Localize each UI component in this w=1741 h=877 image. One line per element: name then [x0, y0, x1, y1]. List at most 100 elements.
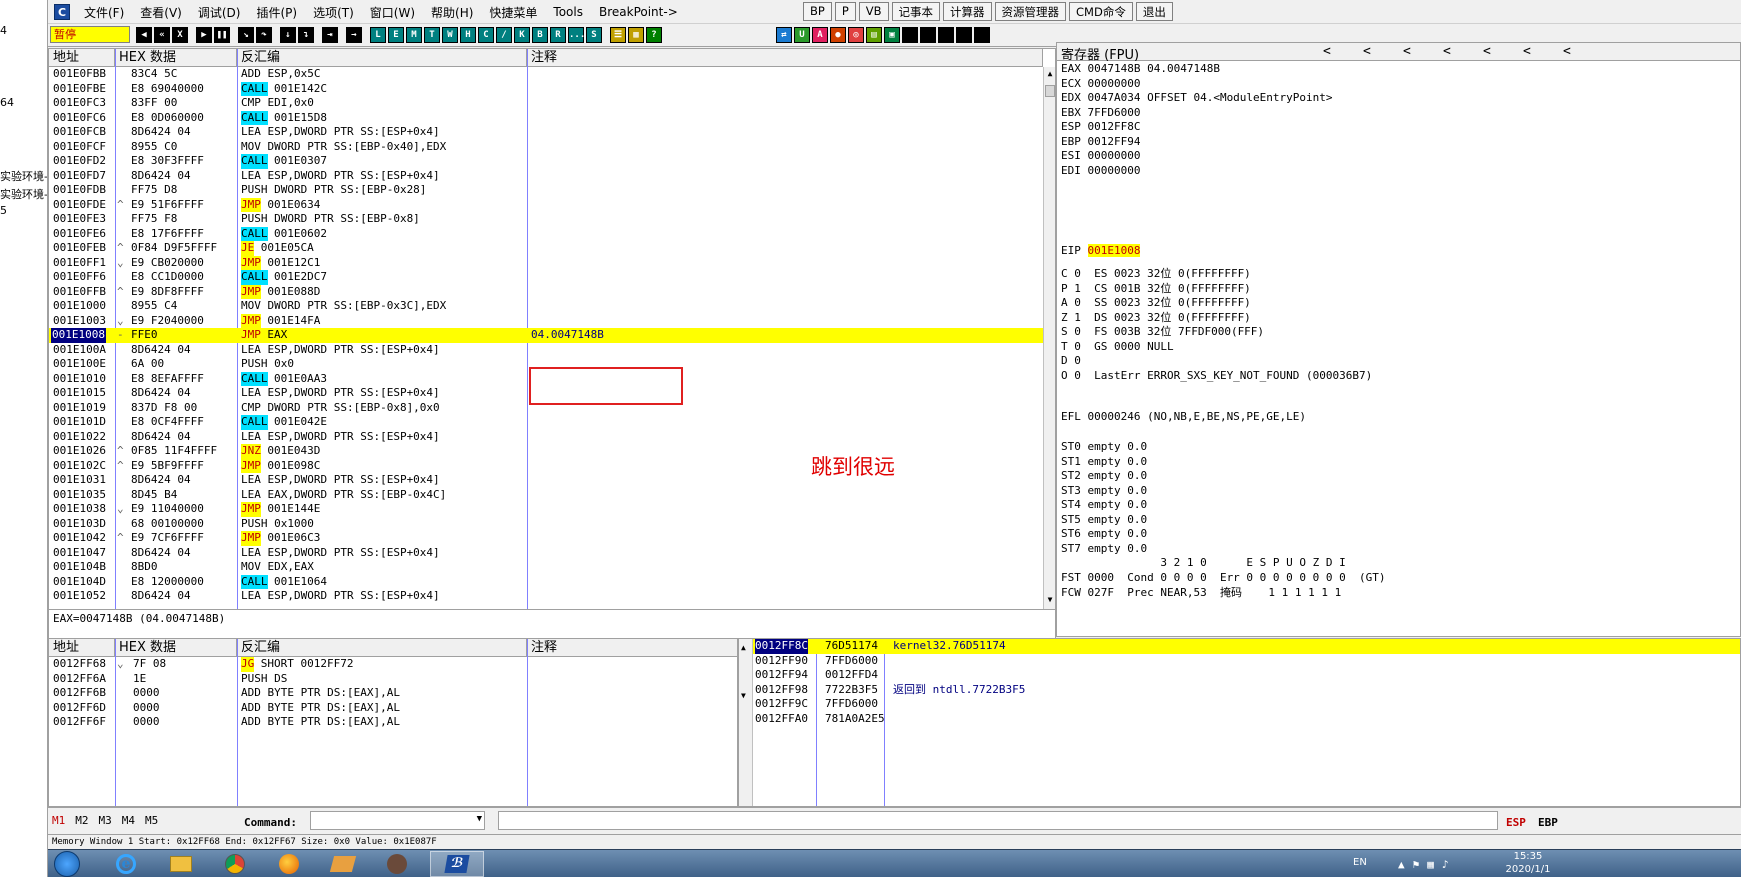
menu-options[interactable]: 选项(T): [305, 4, 362, 21]
flag-row[interactable]: T 0 GS 0000 NULL: [1061, 340, 1174, 355]
operand-cell[interactable]: 001E1064: [267, 575, 327, 590]
disasm-cell[interactable]: MOV DWORD PTR SS:[EBP-0x3C],EDX: [241, 299, 446, 314]
address-cell[interactable]: 001E0FC6: [53, 111, 106, 126]
address-cell[interactable]: 001E1015: [53, 386, 106, 401]
disasm-row[interactable]: 001E1042 ^ E9 7CF6FFFF JMP 001E06C3: [49, 531, 1043, 546]
disasm-row[interactable]: 001E100A 8D6424 04 LEA ESP,DWORD PTR SS:[E…: [49, 343, 1043, 358]
opcode-highlight[interactable]: JMP: [241, 328, 261, 343]
address-cell[interactable]: 001E0FC3: [53, 96, 106, 111]
flag-row[interactable]: S 0 FS 003B 32位 7FFDF000(FFF): [1061, 325, 1264, 340]
operand-cell[interactable]: 001E0AA3: [267, 372, 327, 387]
trace-into-icon[interactable]: ↓: [280, 27, 296, 43]
menu-debug[interactable]: 调试(D): [190, 4, 249, 21]
disasm-cell[interactable]: LEA ESP,DWORD PTR SS:[ESP+0x4]: [241, 169, 440, 184]
opcode-highlight[interactable]: JG: [241, 657, 255, 672]
fpu-row[interactable]: ST6 empty 0.0: [1061, 527, 1147, 542]
col-hex-header[interactable]: HEX 数据: [115, 49, 237, 67]
address-cell[interactable]: 001E1047: [53, 546, 106, 561]
stack-row[interactable]: 0012FF94 0012FFD4: [753, 668, 1740, 683]
address-cell[interactable]: 001E0FE3: [53, 212, 106, 227]
disasm-cell[interactable]: CMP DWORD PTR SS:[EBP-0x8],0x0: [241, 401, 440, 416]
hex-cell[interactable]: 8D6424 04: [131, 386, 191, 401]
disasm-cell[interactable]: PUSH DWORD PTR SS:[EBP-0x28]: [241, 183, 426, 198]
dump-hex[interactable]: 0000: [133, 715, 160, 730]
dump-disasm[interactable]: SHORT 0012FF72: [254, 657, 354, 672]
stack-value[interactable]: 76D51174: [825, 639, 878, 654]
opcode-highlight[interactable]: JMP: [241, 531, 261, 546]
plugin-icon-11[interactable]: [956, 27, 972, 43]
hex-cell[interactable]: E9 51F6FFFF: [131, 198, 204, 213]
stack-value[interactable]: 0012FFD4: [825, 668, 878, 683]
hex-cell[interactable]: E9 11040000: [131, 502, 204, 517]
disasm-row[interactable]: 001E0FCF 8955 C0 MOV DWORD PTR SS:[EBP-0x4…: [49, 140, 1043, 155]
disasm-cell[interactable]: LEA ESP,DWORD PTR SS:[ESP+0x4]: [241, 430, 440, 445]
disasm-row[interactable]: 001E104B 8BD0 MOV EDX,EAX: [49, 560, 1043, 575]
disasm-row[interactable]: 001E0FBE E8 69040000 CALL 001E142C: [49, 81, 1043, 96]
reg-arrow-icon[interactable]: <: [1483, 44, 1491, 59]
dump-row[interactable]: 0012FF6D 0000 ADD BYTE PTR DS:[EAX],AL: [49, 701, 737, 716]
cmd-button[interactable]: CMD命令: [1069, 2, 1133, 21]
plugin-icon-7[interactable]: ▣: [884, 27, 900, 43]
disasm-row[interactable]: 001E0FEB ^ 0F84 D9F5FFFF JE 001E05CA: [49, 241, 1043, 256]
start-icon[interactable]: [54, 851, 80, 877]
address-cell[interactable]: 001E104B: [53, 560, 106, 575]
operand-cell[interactable]: EAX: [261, 328, 287, 343]
dump-disasm[interactable]: ADD BYTE PTR DS:[EAX],AL: [241, 715, 400, 730]
plugin-icon-2[interactable]: U: [794, 27, 810, 43]
address-cell[interactable]: 001E0FDE: [53, 198, 106, 213]
operand-cell[interactable]: 001E05CA: [254, 241, 314, 256]
operand-cell[interactable]: 001E0602: [267, 227, 327, 242]
disasm-cell[interactable]: MOV EDX,EAX: [241, 560, 314, 575]
stack-value[interactable]: 7FFD6000: [825, 654, 878, 669]
menu-breakpoint[interactable]: BreakPoint->: [591, 5, 686, 19]
register-row[interactable]: EDI 00000000: [1061, 164, 1140, 179]
address-cell[interactable]: 001E0FCF: [53, 140, 106, 155]
operand-cell[interactable]: 001E043D: [261, 444, 320, 459]
opcode-highlight[interactable]: JMP: [241, 502, 261, 517]
dump-row[interactable]: 0012FF6F 0000 ADD BYTE PTR DS:[EAX],AL: [49, 715, 737, 730]
stack-value[interactable]: 781A0A2E5: [825, 712, 885, 727]
register-row[interactable]: EBP 0012FF94: [1061, 135, 1140, 150]
flag-row[interactable]: C 0 ES 0023 32位 0(FFFFFFFF): [1061, 267, 1251, 282]
dropdown-icon[interactable]: ▼: [477, 814, 482, 824]
hex-cell[interactable]: FF75 D8: [131, 183, 177, 198]
command-input[interactable]: ▼: [310, 811, 485, 830]
goto-icon[interactable]: →: [346, 27, 362, 43]
address-cell[interactable]: 001E1035: [53, 488, 106, 503]
reg-arrow-icon[interactable]: <: [1363, 44, 1371, 59]
address-cell[interactable]: 001E1000: [53, 299, 106, 314]
grid-icon[interactable]: ▦: [628, 27, 644, 43]
toolbar-slash-icon[interactable]: /: [496, 27, 512, 43]
stack-scrollbar[interactable]: ▲ ▼: [739, 639, 753, 806]
flag-icon[interactable]: ⚑: [1413, 858, 1420, 871]
open-icon[interactable]: ◀: [136, 27, 152, 43]
hex-cell[interactable]: E8 30F3FFFF: [131, 154, 204, 169]
dump-row[interactable]: 0012FF6A 1E PUSH DS: [49, 672, 737, 687]
operand-cell[interactable]: 001E06C3: [261, 531, 320, 546]
disasm-row[interactable]: 001E1003 ⌄ E9 F2040000 JMP 001E14FA: [49, 313, 1043, 328]
hex-cell[interactable]: 8D6424 04: [131, 473, 191, 488]
dump-hex[interactable]: 0000: [133, 686, 160, 701]
reg-arrow-icon[interactable]: <: [1523, 44, 1531, 59]
toolbar-w-icon[interactable]: W: [442, 27, 458, 43]
toolbar-dots-icon[interactable]: ...: [568, 27, 585, 43]
dump-row[interactable]: 0012FF6B 0000 ADD BYTE PTR DS:[EAX],AL: [49, 686, 737, 701]
disasm-row[interactable]: 001E0FC3 83FF 00 CMP EDI,0x0: [49, 96, 1043, 111]
registers-pane[interactable]: 寄存器 (FPU) < < < < < < < EIP 001E1008 EFL…: [1056, 42, 1741, 637]
disasm-row[interactable]: 001E0FE3 FF75 F8 PUSH DWORD PTR SS:[EBP-0x…: [49, 212, 1043, 227]
address-cell[interactable]: 001E0FD2: [53, 154, 106, 169]
plugin-icon-9[interactable]: [920, 27, 936, 43]
mem-tab-m5[interactable]: M5: [145, 814, 158, 827]
toolbar-l-icon[interactable]: L: [370, 27, 386, 43]
esp-label[interactable]: ESP: [1506, 816, 1526, 829]
stack-address[interactable]: 0012FF9C: [755, 697, 808, 712]
firefox-icon[interactable]: [268, 852, 310, 876]
notepad-button[interactable]: 记事本: [891, 2, 941, 21]
dump-address[interactable]: 0012FF6D: [53, 701, 106, 716]
operand-cell[interactable]: 001E2DC7: [267, 270, 327, 285]
dump-address[interactable]: 0012FF68: [53, 657, 106, 672]
operand-cell[interactable]: 001E12C1: [261, 256, 320, 271]
toolbar-c-icon[interactable]: C: [478, 27, 494, 43]
operand-cell[interactable]: 001E098C: [261, 459, 320, 474]
disasm-row[interactable]: 001E104D E8 12000000 CALL 001E1064: [49, 574, 1043, 590]
